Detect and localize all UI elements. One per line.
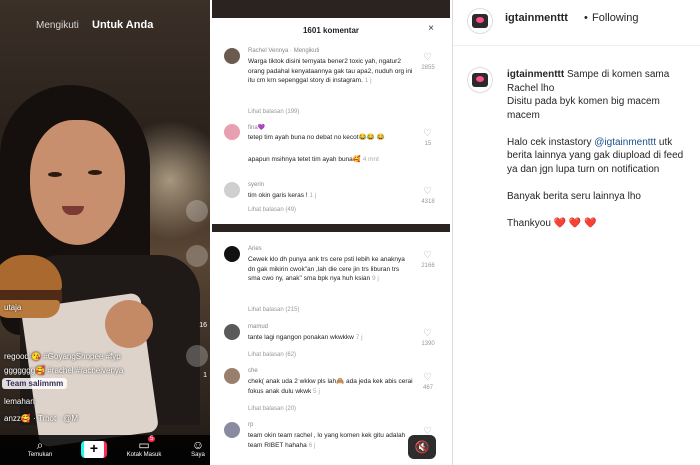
comments-sheet: 1601 komentar × Rachel Vennya · Mengikut… bbox=[220, 18, 442, 224]
comment-text: Cewek klo dh punya ank trs cere psti leb… bbox=[248, 256, 405, 282]
search-icon: ⌕ bbox=[36, 438, 44, 452]
inbox-icon: ▭ bbox=[138, 438, 150, 452]
avatar[interactable] bbox=[224, 324, 240, 340]
caption-text: Halo cek instastory bbox=[507, 136, 595, 148]
account-logo-icon bbox=[472, 73, 488, 87]
instagram-post-panel: igtainmenttt • Following igtainmenttt Sa… bbox=[452, 0, 700, 465]
comments-count: 1601 komentar bbox=[302, 26, 360, 35]
comment-text: tetep tim ayah buna no debat no kecot😂😂 … bbox=[248, 134, 385, 141]
account-logo-icon bbox=[472, 14, 488, 28]
creator-avatar-button[interactable] bbox=[186, 200, 208, 222]
avatar[interactable] bbox=[467, 67, 493, 93]
tab-following[interactable]: Mengikuti bbox=[36, 20, 79, 31]
post-caption: igtainmenttt Sampe di komen sama Rachel … bbox=[507, 68, 693, 230]
bottom-nav: ⌕ Temukan + ▭ 5 Kotak Masuk ☺ Saya bbox=[0, 435, 210, 465]
video-hashtags[interactable]: regood 😘 #GoyangShopee #fyp bbox=[4, 352, 121, 361]
comment-text: apapun msihnya tetet tim ayah buna🥰 4 mn… bbox=[248, 156, 379, 163]
avatar[interactable] bbox=[224, 182, 240, 198]
view-replies-link[interactable]: Lihat balasan (199) bbox=[248, 109, 299, 115]
nav-discover-label: Temukan bbox=[27, 452, 53, 458]
person-face bbox=[30, 120, 125, 245]
view-replies-link[interactable]: Lihat balasan (62) bbox=[248, 352, 296, 358]
comment-author[interactable]: rp bbox=[248, 422, 253, 428]
profile-icon: ☺ bbox=[191, 438, 205, 452]
avatar[interactable] bbox=[467, 8, 493, 34]
create-button[interactable]: + bbox=[81, 441, 107, 458]
comment-author[interactable]: Rachel Vennya · Mengikuti bbox=[248, 48, 319, 54]
comment-author[interactable]: che bbox=[248, 368, 258, 374]
view-replies-link[interactable]: Lihat balasan (49) bbox=[248, 207, 296, 213]
comment-text: Warga tiktok disini ternyata bener2 toxi… bbox=[248, 58, 413, 84]
avatar[interactable] bbox=[224, 422, 240, 438]
avatar[interactable] bbox=[224, 48, 240, 64]
like-count: 2166 bbox=[421, 263, 435, 269]
heart-icon[interactable]: ♡ bbox=[423, 186, 432, 197]
like-count: 1390 bbox=[421, 341, 435, 347]
comment-text: tante lagi ngangon ponakan wkwkkw 7 j bbox=[248, 334, 363, 341]
view-replies-link[interactable]: Lihat balasan (215) bbox=[248, 307, 299, 313]
comment-text: tim okin garis keras ! 1 j bbox=[248, 192, 317, 199]
video-strip bbox=[212, 0, 450, 18]
close-icon[interactable]: × bbox=[428, 23, 434, 34]
like-count: 467 bbox=[422, 385, 433, 391]
tab-for-you[interactable]: Untuk Anda bbox=[92, 19, 153, 31]
comment-author[interactable]: fina💜 bbox=[248, 124, 265, 131]
caption-text: Disitu pada byk komen big macem macem bbox=[507, 96, 660, 121]
nav-inbox-label: Kotak Masuk bbox=[126, 452, 162, 458]
comments-sheet-2: Aries Cewek klo dh punya ank trs cere ps… bbox=[220, 232, 442, 465]
heart-icon[interactable]: ♡ bbox=[423, 250, 432, 261]
nav-discover[interactable]: ⌕ Temukan bbox=[20, 438, 60, 459]
comment-author[interactable]: syerin bbox=[248, 182, 264, 188]
caption-text: Thankyou bbox=[507, 217, 551, 229]
mute-icon[interactable]: 🔇 bbox=[408, 435, 436, 459]
nav-inbox[interactable]: ▭ 5 Kotak Masuk bbox=[124, 436, 164, 458]
comments-screenshot: 1601 komentar × Rachel Vennya · Mengikut… bbox=[212, 0, 450, 465]
comment-author[interactable]: mamud bbox=[248, 324, 268, 330]
video-player[interactable]: Mengikuti Untuk Anda 16 1 utaja regood 😘… bbox=[0, 0, 210, 465]
heart-emoji-icon: ❤️ ❤️ ❤️ bbox=[553, 217, 597, 229]
heart-icon[interactable]: ♡ bbox=[423, 328, 432, 339]
comment-author[interactable]: Aries bbox=[248, 246, 262, 252]
heart-icon[interactable]: ♡ bbox=[423, 128, 432, 139]
like-icon[interactable] bbox=[186, 245, 208, 267]
caption-username[interactable]: igtainmenttt bbox=[507, 69, 564, 80]
like-count: 2855 bbox=[421, 65, 435, 71]
video-description: lemahan bbox=[4, 397, 35, 406]
caption-text: Banyak berita seru lainnya lho bbox=[507, 190, 641, 202]
avatar[interactable] bbox=[224, 246, 240, 262]
separator-dot: • bbox=[584, 12, 588, 24]
comment-text: chek( anak uda 2 wkkw pls lah🙈 ada jeda … bbox=[248, 378, 413, 395]
mention-link[interactable]: @igtainmenttt bbox=[594, 137, 656, 148]
comment-text: team okin team rachel , lo yang komen ke… bbox=[248, 432, 406, 449]
view-replies-link[interactable]: Lihat balasan (20) bbox=[248, 406, 296, 412]
creator-name[interactable]: utaja bbox=[4, 303, 21, 312]
person-eye bbox=[88, 170, 102, 175]
comment-count: 1 bbox=[203, 372, 207, 379]
video-hashtags-2[interactable]: ggggggg🥰 #rachel #rachelvenya bbox=[4, 366, 123, 375]
screenshot-separator bbox=[212, 224, 450, 232]
comment-icon[interactable] bbox=[186, 345, 208, 367]
music-ticker[interactable]: anzz🥰 · Trhot · @M bbox=[4, 414, 78, 423]
person-eye bbox=[48, 172, 62, 177]
following-button[interactable]: Following bbox=[592, 12, 638, 24]
like-count: 15 bbox=[424, 141, 432, 147]
nav-profile[interactable]: ☺ Saya bbox=[178, 438, 210, 459]
header-username[interactable]: igtainmenttt bbox=[505, 12, 568, 24]
like-count: 4318 bbox=[421, 199, 435, 205]
like-count: 16 bbox=[199, 322, 207, 329]
avatar[interactable] bbox=[224, 124, 240, 140]
post-header: igtainmenttt • Following bbox=[453, 0, 700, 46]
video-sticker: Team salimmm bbox=[2, 378, 68, 389]
avatar[interactable] bbox=[224, 368, 240, 384]
person-hand bbox=[105, 300, 153, 348]
heart-icon[interactable]: ♡ bbox=[423, 372, 432, 383]
nav-profile-label: Saya bbox=[191, 452, 205, 458]
heart-icon[interactable]: ♡ bbox=[423, 52, 432, 63]
